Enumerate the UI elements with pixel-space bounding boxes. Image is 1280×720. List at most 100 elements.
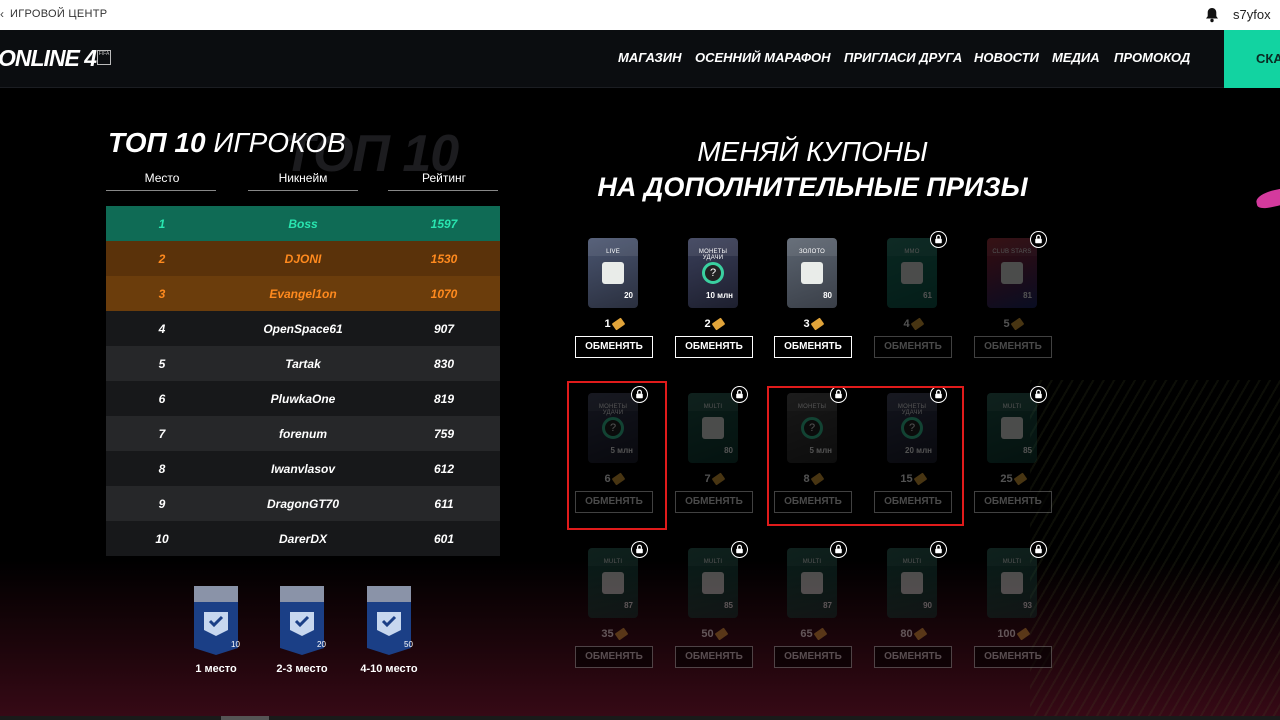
row-nickname: forenum — [279, 426, 327, 441]
download-button-label: СКА — [1256, 51, 1280, 66]
nav-item-media[interactable]: МЕДИА — [1052, 50, 1100, 65]
jersey-icon — [602, 262, 624, 284]
coupon-icon — [810, 317, 824, 331]
bell-icon[interactable] — [1205, 7, 1219, 23]
logo[interactable]: ONLINE 4 — [0, 45, 97, 72]
horizontal-scrollbar[interactable] — [0, 716, 1280, 720]
exchange-button[interactable]: ОБМЕНЯТЬ — [675, 491, 753, 513]
cost-value: 80 — [900, 628, 913, 640]
exchange-button[interactable]: ОБМЕНЯТЬ — [774, 646, 852, 668]
table-row: 9 DragonGT70 611 — [106, 486, 500, 521]
reward-cost: 7 — [675, 472, 753, 486]
exchange-button[interactable]: ОБМЕНЯТЬ — [974, 646, 1052, 668]
card-value: 90 — [923, 601, 932, 610]
top-bar: ‹ ИГРОВОЙ ЦЕНТР s7yfox — [0, 0, 1280, 30]
nav-item-autumn-marathon[interactable]: ОСЕННИЙ МАРАФОН — [695, 50, 831, 65]
card-title: MULTI — [703, 559, 723, 565]
lock-icon — [930, 231, 947, 248]
row-nickname: Tartak — [285, 356, 321, 371]
logo-badge: FIFA — [97, 50, 111, 65]
header-rating: Рейтинг — [421, 171, 467, 185]
reward-card: MULTI 93 — [987, 548, 1037, 618]
coupon-icon — [711, 472, 725, 486]
download-button[interactable]: СКА — [1224, 30, 1280, 88]
coupon-icon — [1010, 317, 1024, 331]
reward-cell: ЗОЛОТО 80 3 ОБМЕНЯТЬ — [774, 238, 852, 368]
exchange-button[interactable]: ОБМЕНЯТЬ — [675, 336, 753, 358]
coupon-icon — [813, 627, 827, 641]
exchange-button[interactable]: ОБМЕНЯТЬ — [874, 336, 952, 358]
row-rating: 1597 — [430, 216, 458, 231]
card-title: ЗОЛОТО — [798, 249, 826, 255]
exchange-button[interactable]: ОБМЕНЯТЬ — [774, 336, 852, 358]
lock-icon — [731, 541, 748, 558]
reward-cost: 35 — [575, 627, 653, 641]
row-rating: 611 — [434, 496, 454, 511]
cost-value: 5 — [1003, 318, 1010, 330]
exchange-button[interactable]: ОБМЕНЯТЬ — [675, 646, 753, 668]
card-value: 81 — [1023, 291, 1032, 300]
jersey-icon — [702, 572, 724, 594]
nav-item-invite-friend[interactable]: ПРИГЛАСИ ДРУГА — [844, 50, 962, 65]
nav-item-shop[interactable]: МАГАЗИН — [618, 50, 682, 65]
row-nickname: DarerDX — [278, 531, 328, 546]
background-stripes — [1030, 380, 1280, 720]
scrollbar-thumb[interactable] — [221, 716, 269, 720]
jersey-icon — [602, 572, 624, 594]
card-value: 61 — [923, 291, 932, 300]
row-nickname: Evangel1on — [269, 286, 337, 301]
table-row: 8 Iwanvlasov 612 — [106, 451, 500, 486]
table-row: 6 PluwkaOne 819 — [106, 381, 500, 416]
coupon-icon — [1013, 472, 1027, 486]
row-place: 2 — [158, 251, 166, 266]
nav-item-promocode[interactable]: ПРОМОКОД — [1114, 50, 1190, 65]
lock-icon — [731, 386, 748, 403]
table-row: 4 OpenSpace61 907 — [106, 311, 500, 346]
row-place: 5 — [158, 356, 166, 371]
row-place: 9 — [158, 496, 166, 511]
reward-cost: 5 — [974, 317, 1052, 331]
reward-card: MULTI 87 — [787, 548, 837, 618]
jersey-icon — [1001, 262, 1023, 284]
reward-card: ЗОЛОТО 80 — [787, 238, 837, 308]
cost-value: 7 — [704, 473, 711, 485]
exchange-button[interactable]: ОБМЕНЯТЬ — [974, 336, 1052, 358]
exchange-button[interactable]: ОБМЕНЯТЬ — [575, 646, 653, 668]
exchange-button[interactable]: ОБМЕНЯТЬ — [974, 491, 1052, 513]
card-title: MULTI — [1002, 404, 1022, 410]
prize-card-num: 10 — [231, 640, 240, 649]
leaderboard-title-bold: ТОП 10 — [108, 127, 206, 158]
card-title: MULTI — [1002, 559, 1022, 565]
username[interactable]: s7yfox — [1233, 7, 1271, 22]
card-value: 87 — [624, 601, 633, 610]
game-center-title[interactable]: ИГРОВОЙ ЦЕНТР — [10, 8, 107, 20]
row-rating: 759 — [433, 426, 455, 441]
jersey-icon — [801, 572, 823, 594]
table-row: 10 DarerDX 601 — [106, 521, 500, 556]
reward-cost: 1 — [575, 317, 653, 331]
card-title: МОНЕТЫ УДАЧИ — [698, 249, 728, 261]
table-row: 2 DJONI 1530 — [106, 241, 500, 276]
card-title: MULTI — [603, 559, 623, 565]
prize-label: 2-3 место — [276, 663, 328, 675]
jersey-icon — [901, 262, 923, 284]
cost-value: 1 — [604, 318, 611, 330]
nav-item-news[interactable]: НОВОСТИ — [974, 50, 1039, 65]
reward-card: MMO 61 — [887, 238, 937, 308]
row-place: 3 — [158, 286, 166, 301]
prize-card-4th: 50 — [367, 586, 413, 655]
card-title: CLUB STARS — [992, 249, 1032, 255]
prize-card-num: 50 — [404, 640, 413, 649]
leaderboard-title-rest: ИГРОКОВ — [213, 127, 346, 158]
reward-cell: MULTI 87 35 ОБМЕНЯТЬ — [575, 541, 653, 678]
card-value: 85 — [1023, 446, 1032, 455]
back-arrow-icon[interactable]: ‹ — [0, 7, 4, 21]
header-divider — [248, 190, 358, 191]
exchange-button[interactable]: ОБМЕНЯТЬ — [575, 336, 653, 358]
coupon-icon — [1016, 627, 1030, 641]
reward-cost: 100 — [974, 627, 1052, 641]
coupon-icon — [913, 627, 927, 641]
exchange-button[interactable]: ОБМЕНЯТЬ — [874, 646, 952, 668]
card-title: MULTI — [703, 404, 723, 410]
reward-cost: 25 — [974, 472, 1052, 486]
